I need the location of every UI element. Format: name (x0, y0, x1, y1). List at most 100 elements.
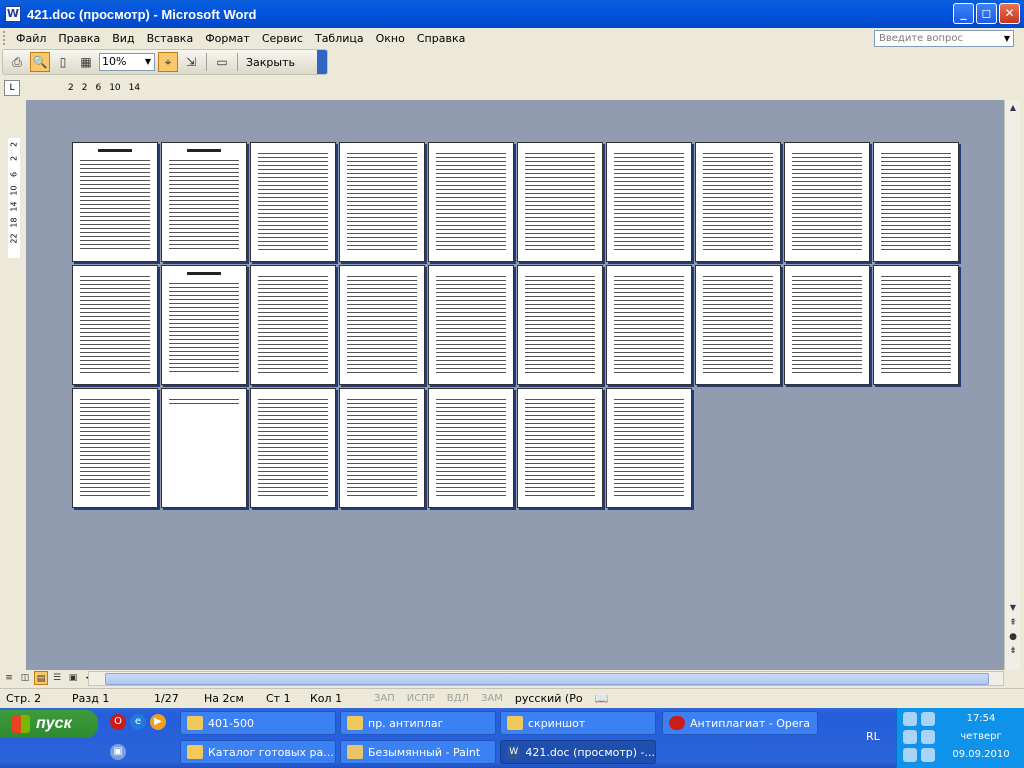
next-page-icon[interactable]: ⇟ (1005, 646, 1021, 660)
page-thumbnail[interactable] (250, 142, 336, 262)
minimize-button[interactable]: _ (953, 3, 974, 24)
page-thumbnail[interactable] (161, 265, 247, 385)
media-player-icon[interactable]: ▶ (150, 714, 166, 730)
start-button[interactable]: пуск (0, 710, 98, 738)
task-label: Каталог готовых ра... (208, 745, 334, 759)
ie-icon[interactable]: e (130, 714, 146, 730)
menu-table[interactable]: Таблица (309, 32, 370, 45)
spelling-book-icon[interactable]: 📖 (589, 692, 615, 705)
page-thumbnail[interactable] (428, 142, 514, 262)
antivirus-icon[interactable] (921, 712, 935, 726)
page-thumbnail[interactable] (161, 142, 247, 262)
horizontal-scrollbar[interactable] (88, 671, 1004, 686)
task-folder-401-500[interactable]: 401-500 (180, 711, 336, 735)
page-thumbnail[interactable] (72, 142, 158, 262)
print-layout-icon[interactable]: ▤ (34, 671, 48, 685)
task-opera[interactable]: Антиплагиат - Opera (662, 711, 818, 735)
menu-help[interactable]: Справка (411, 32, 471, 45)
toolbar-options-icon[interactable] (317, 50, 327, 74)
menu-edit[interactable]: Правка (52, 32, 106, 45)
page-thumbnail[interactable] (517, 142, 603, 262)
scroll-up-icon[interactable]: ▲ (1005, 100, 1021, 116)
menu-file[interactable]: Файл (10, 32, 52, 45)
magnifier-icon[interactable]: 🔍 (30, 52, 50, 72)
restore-button[interactable]: ◻ (976, 3, 997, 24)
page-thumbnail[interactable] (72, 265, 158, 385)
outline-view-icon[interactable]: ☰ (50, 671, 64, 685)
scroll-thumb[interactable] (105, 673, 989, 685)
shrink-to-fit-icon[interactable]: ⇲ (181, 52, 201, 72)
page-thumbnail[interactable] (873, 265, 959, 385)
page-text-lines (881, 152, 951, 251)
network-icon[interactable] (903, 712, 917, 726)
page-thumbnail[interactable] (250, 265, 336, 385)
page-thumbnail[interactable] (695, 142, 781, 262)
sync-icon[interactable] (903, 730, 917, 744)
ask-question-input[interactable]: Введите вопрос ▼ (874, 30, 1014, 47)
multiple-pages-icon[interactable]: ▦ (76, 52, 96, 72)
page-thumbnail[interactable] (517, 388, 603, 508)
page-thumbnail[interactable] (784, 142, 870, 262)
desktop-icon[interactable]: ▣ (110, 744, 126, 760)
page-thumbnail[interactable] (428, 388, 514, 508)
language-indicator[interactable]: RL (866, 730, 880, 743)
full-screen-icon[interactable]: ▭ (212, 52, 232, 72)
tab-selector[interactable]: L (4, 80, 20, 96)
page-heading (187, 272, 221, 275)
menu-tools[interactable]: Сервис (256, 32, 309, 45)
chevron-down-icon[interactable]: ▼ (1001, 31, 1013, 46)
task-word[interactable]: W 421.doc (просмотр) -... (500, 740, 656, 764)
print-icon[interactable]: ⎙ (7, 52, 27, 72)
one-page-icon[interactable]: ▯ (53, 52, 73, 72)
reading-view-icon[interactable]: ▣ (66, 671, 80, 685)
task-folder-screenshot[interactable]: скриншот (500, 711, 656, 735)
select-browse-object-icon[interactable]: ● (1005, 632, 1021, 646)
page-thumbnail[interactable] (873, 142, 959, 262)
page-thumbnail[interactable] (517, 265, 603, 385)
task-paint[interactable]: Безымянный - Paint (340, 740, 496, 764)
page-thumbnail[interactable] (428, 265, 514, 385)
scroll-down-icon[interactable]: ▼ (1005, 600, 1021, 616)
menu-view[interactable]: Вид (106, 32, 140, 45)
previous-page-icon[interactable]: ⇞ (1005, 618, 1021, 632)
web-view-icon[interactable]: ◫ (18, 671, 32, 685)
status-record[interactable]: ЗАП (368, 693, 401, 704)
status-position: На 2см (204, 692, 244, 705)
page-thumbnail[interactable] (784, 265, 870, 385)
status-language[interactable]: русский (Ро (509, 692, 589, 705)
document-preview-area[interactable] (26, 100, 1004, 670)
close-button[interactable]: ✕ (999, 3, 1020, 24)
task-catalog[interactable]: Каталог готовых ра... (180, 740, 336, 764)
normal-view-icon[interactable]: ≡ (2, 671, 16, 685)
page-thumbnail[interactable] (339, 265, 425, 385)
security-icon[interactable] (903, 748, 917, 762)
page-thumbnail[interactable] (161, 388, 247, 508)
zoom-select[interactable]: 10% ▼ (99, 53, 155, 71)
page-thumbnail[interactable] (695, 265, 781, 385)
page-thumbnail[interactable] (606, 388, 692, 508)
menu-format[interactable]: Формат (199, 32, 256, 45)
status-overtype[interactable]: ЗАМ (475, 693, 509, 704)
update-icon[interactable] (921, 730, 935, 744)
page-thumbnail[interactable] (250, 388, 336, 508)
menu-window[interactable]: Окно (370, 32, 411, 45)
chevron-down-icon[interactable]: ▼ (142, 54, 154, 70)
page-thumbnail[interactable] (339, 142, 425, 262)
status-track-changes[interactable]: ИСПР (401, 693, 441, 704)
view-ruler-icon[interactable]: ⌖ (158, 52, 178, 72)
opera-icon[interactable]: O (110, 714, 126, 730)
page-thumbnail[interactable] (72, 388, 158, 508)
close-preview-button[interactable]: Закрыть (243, 56, 298, 69)
audio-icon[interactable] (921, 748, 935, 762)
page-thumbnail[interactable] (339, 388, 425, 508)
menu-insert[interactable]: Вставка (141, 32, 200, 45)
page-thumbnail[interactable] (606, 142, 692, 262)
page-thumbnail[interactable] (606, 265, 692, 385)
clock[interactable]: 17:54 четверг 09.09.2010 (941, 710, 1021, 764)
vertical-scrollbar[interactable]: ▲ ▼ ⇞ ● ⇟ (1004, 100, 1020, 670)
task-folder-antiplag[interactable]: пр. антиплаг (340, 711, 496, 735)
status-extend[interactable]: ВДЛ (441, 693, 475, 704)
menu-grip[interactable] (3, 31, 6, 45)
page-heading (187, 149, 221, 152)
word-app-icon[interactable]: W (5, 6, 21, 22)
